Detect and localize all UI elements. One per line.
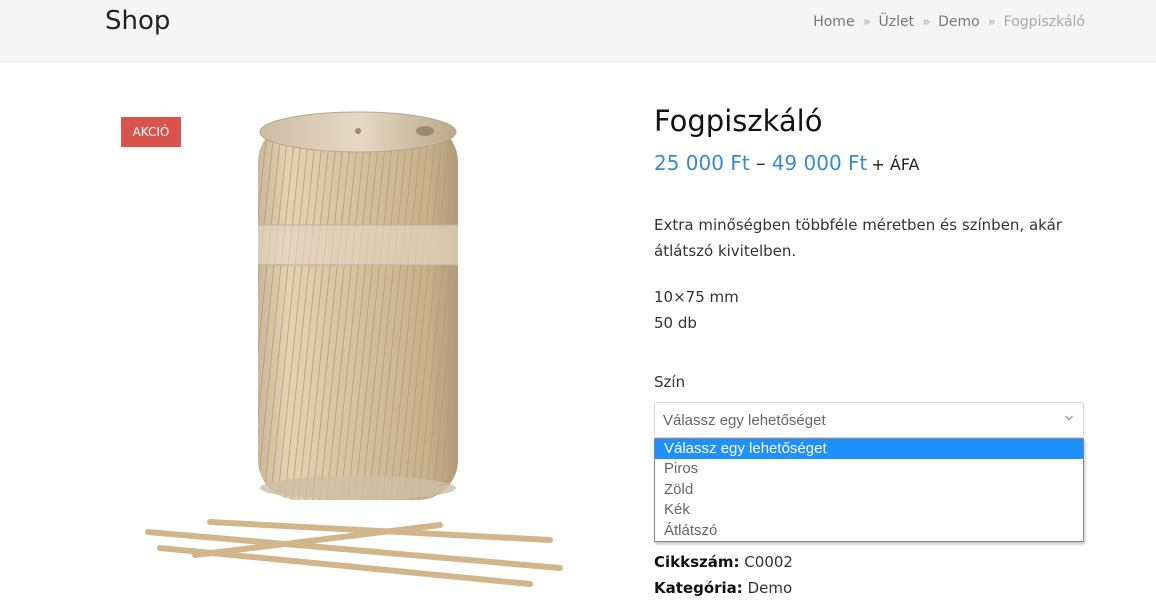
- price-range: 25 000 Ft –49 000 Ft + ÁFA: [654, 151, 920, 175]
- spec-quantity: 50 db: [654, 314, 697, 332]
- vat-label: + ÁFA: [871, 155, 920, 174]
- color-option[interactable]: Kék: [655, 500, 1083, 520]
- color-option[interactable]: Zöld: [655, 480, 1083, 500]
- top-header: Shop Home » Üzlet » Demo » Fogpiszkáló: [0, 0, 1156, 62]
- sku-line: Cikkszám: C0002: [654, 553, 793, 571]
- page-title: Shop: [105, 6, 171, 36]
- product-image[interactable]: [140, 100, 580, 600]
- breadcrumb-demo[interactable]: Demo: [938, 14, 980, 30]
- color-dropdown-list: Válassz egy lehetőséget Piros Zöld Kék Á…: [654, 438, 1084, 542]
- sale-badge: AKCIÓ: [121, 117, 181, 147]
- product-specs: 10×75 mm 50 db: [654, 284, 739, 336]
- sku-value: C0002: [744, 553, 793, 571]
- breadcrumb-separator: »: [987, 14, 996, 30]
- color-option[interactable]: Piros: [655, 459, 1083, 479]
- price-dash: –: [755, 151, 766, 175]
- category-line: Kategória: Demo: [654, 579, 792, 597]
- color-select-value: Válassz egy lehetőséget: [663, 411, 826, 429]
- breadcrumb-separator: »: [862, 14, 871, 30]
- breadcrumb-separator: »: [922, 14, 931, 30]
- breadcrumb: Home » Üzlet » Demo » Fogpiszkáló: [813, 14, 1085, 30]
- breadcrumb-current: Fogpiszkáló: [1003, 14, 1085, 30]
- color-select[interactable]: Válassz egy lehetőséget: [654, 402, 1084, 438]
- chevron-down-icon: [1065, 415, 1073, 421]
- category-label: Kategória:: [654, 579, 743, 597]
- category-link[interactable]: Demo: [748, 579, 793, 597]
- breadcrumb-home[interactable]: Home: [813, 14, 854, 30]
- color-attribute-label: Szín: [654, 373, 686, 391]
- color-option[interactable]: Válassz egy lehetőséget: [655, 439, 1083, 460]
- color-option[interactable]: Átlátszó: [655, 521, 1083, 541]
- product-description: Extra minőségben többféle méretben és sz…: [654, 216, 1062, 260]
- price-low: 25 000 Ft: [654, 151, 750, 175]
- product-title: Fogpiszkáló: [654, 104, 823, 138]
- breadcrumb-shop[interactable]: Üzlet: [879, 14, 915, 30]
- spec-size: 10×75 mm: [654, 288, 739, 306]
- sku-label: Cikkszám:: [654, 553, 740, 571]
- price-high: 49 000 Ft: [771, 151, 868, 175]
